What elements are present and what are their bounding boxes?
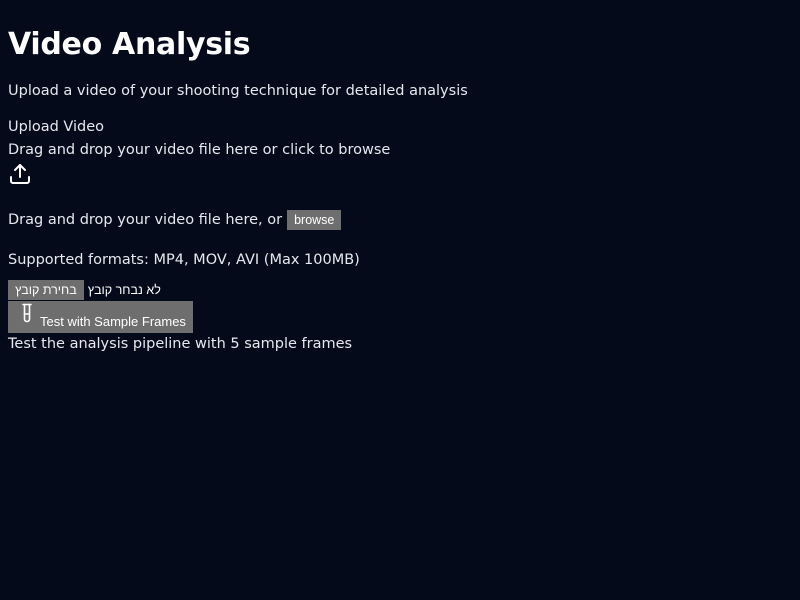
- sample-button-label: Test with Sample Frames: [40, 313, 186, 329]
- video-analysis-page: Video Analysis Upload a video of your sh…: [0, 0, 800, 600]
- upload-hint: Drag and drop your video file here or cl…: [8, 142, 391, 158]
- upload-video-label: Upload Video: [8, 119, 105, 135]
- supported-formats: Supported formats: MP4, MOV, AVI (Max 10…: [8, 252, 360, 268]
- page-title: Video Analysis: [8, 27, 251, 62]
- file-status: לא נבחר קובץ: [87, 283, 161, 297]
- drop-zone[interactable]: Drag and drop your video file here, or b…: [8, 209, 792, 231]
- choose-file-button[interactable]: בחירת קובץ: [8, 280, 84, 300]
- page-subtitle: Upload a video of your shooting techniqu…: [8, 83, 468, 99]
- file-input[interactable]: בחירת קובץ לא נבחר קובץ: [8, 280, 792, 300]
- upload-icon[interactable]: [8, 162, 32, 186]
- test-tube-icon: [22, 303, 32, 323]
- test-sample-frames-button[interactable]: Test with Sample Frames: [8, 301, 193, 333]
- sample-hint: Test the analysis pipeline with 5 sample…: [8, 336, 353, 352]
- drop-zone-text: Drag and drop your video file here, or: [8, 212, 283, 228]
- browse-button[interactable]: browse: [287, 210, 342, 230]
